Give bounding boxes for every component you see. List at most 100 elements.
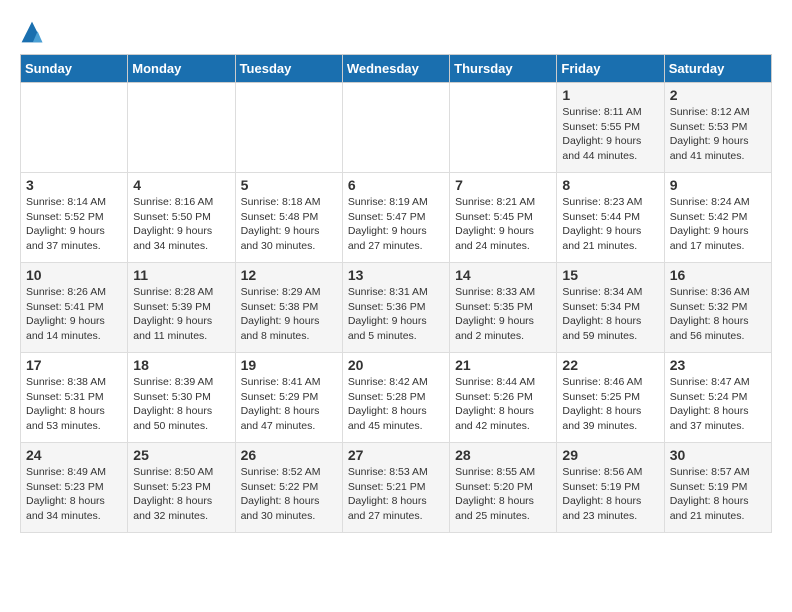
calendar-cell: 20 Sunrise: 8:42 AMSunset: 5:28 PMDayligh… (342, 353, 449, 443)
weekday-header-saturday: Saturday (664, 55, 771, 83)
day-number: 11 (133, 267, 229, 283)
day-number: 19 (241, 357, 337, 373)
day-info: Sunrise: 8:39 AMSunset: 5:30 PMDaylight:… (133, 375, 229, 434)
day-info: Sunrise: 8:21 AMSunset: 5:45 PMDaylight:… (455, 195, 551, 254)
calendar-cell (235, 83, 342, 173)
calendar-cell: 17 Sunrise: 8:38 AMSunset: 5:31 PMDayligh… (21, 353, 128, 443)
day-info: Sunrise: 8:41 AMSunset: 5:29 PMDaylight:… (241, 375, 337, 434)
day-number: 28 (455, 447, 551, 463)
day-info: Sunrise: 8:11 AMSunset: 5:55 PMDaylight:… (562, 105, 658, 164)
calendar-cell: 30 Sunrise: 8:57 AMSunset: 5:19 PMDayligh… (664, 443, 771, 533)
calendar-cell: 13 Sunrise: 8:31 AMSunset: 5:36 PMDayligh… (342, 263, 449, 353)
calendar-week-row: 10 Sunrise: 8:26 AMSunset: 5:41 PMDayligh… (21, 263, 772, 353)
calendar-cell: 22 Sunrise: 8:46 AMSunset: 5:25 PMDayligh… (557, 353, 664, 443)
logo-icon (20, 20, 44, 44)
day-number: 13 (348, 267, 444, 283)
calendar-cell: 19 Sunrise: 8:41 AMSunset: 5:29 PMDayligh… (235, 353, 342, 443)
day-info: Sunrise: 8:57 AMSunset: 5:19 PMDaylight:… (670, 465, 766, 524)
calendar-cell: 15 Sunrise: 8:34 AMSunset: 5:34 PMDayligh… (557, 263, 664, 353)
calendar-cell: 12Sunrise: 8:29 AMSunset: 5:38 PMDayligh… (235, 263, 342, 353)
calendar-cell: 18 Sunrise: 8:39 AMSunset: 5:30 PMDayligh… (128, 353, 235, 443)
day-info: Sunrise: 8:52 AMSunset: 5:22 PMDaylight:… (241, 465, 337, 524)
day-number: 5 (241, 177, 337, 193)
calendar-cell (342, 83, 449, 173)
calendar-cell: 4 Sunrise: 8:16 AMSunset: 5:50 PMDaylight… (128, 173, 235, 263)
calendar-cell: 16 Sunrise: 8:36 AMSunset: 5:32 PMDayligh… (664, 263, 771, 353)
day-info: Sunrise: 8:50 AMSunset: 5:23 PMDaylight:… (133, 465, 229, 524)
calendar-cell: 9 Sunrise: 8:24 AMSunset: 5:42 PMDaylight… (664, 173, 771, 263)
day-number: 10 (26, 267, 122, 283)
calendar-cell: 5 Sunrise: 8:18 AMSunset: 5:48 PMDaylight… (235, 173, 342, 263)
day-number: 29 (562, 447, 658, 463)
day-info: Sunrise: 8:36 AMSunset: 5:32 PMDaylight:… (670, 285, 766, 344)
day-number: 8 (562, 177, 658, 193)
day-number: 2 (670, 87, 766, 103)
weekday-header-wednesday: Wednesday (342, 55, 449, 83)
calendar-cell: 26 Sunrise: 8:52 AMSunset: 5:22 PMDayligh… (235, 443, 342, 533)
weekday-header-sunday: Sunday (21, 55, 128, 83)
calendar-cell: 3 Sunrise: 8:14 AMSunset: 5:52 PMDaylight… (21, 173, 128, 263)
day-number: 26 (241, 447, 337, 463)
calendar-week-row: 1 Sunrise: 8:11 AMSunset: 5:55 PMDaylight… (21, 83, 772, 173)
day-info: Sunrise: 8:26 AMSunset: 5:41 PMDaylight:… (26, 285, 122, 344)
calendar-table: SundayMondayTuesdayWednesdayThursdayFrid… (20, 54, 772, 533)
day-number: 1 (562, 87, 658, 103)
day-number: 20 (348, 357, 444, 373)
day-number: 14 (455, 267, 551, 283)
weekday-header-monday: Monday (128, 55, 235, 83)
day-number: 15 (562, 267, 658, 283)
day-info: Sunrise: 8:33 AMSunset: 5:35 PMDaylight:… (455, 285, 551, 344)
day-number: 9 (670, 177, 766, 193)
calendar-cell: 8Sunrise: 8:23 AMSunset: 5:44 PMDaylight… (557, 173, 664, 263)
day-info: Sunrise: 8:24 AMSunset: 5:42 PMDaylight:… (670, 195, 766, 254)
day-info: Sunrise: 8:55 AMSunset: 5:20 PMDaylight:… (455, 465, 551, 524)
calendar-cell: 6Sunrise: 8:19 AMSunset: 5:47 PMDaylight… (342, 173, 449, 263)
day-number: 23 (670, 357, 766, 373)
day-info: Sunrise: 8:31 AMSunset: 5:36 PMDaylight:… (348, 285, 444, 344)
day-info: Sunrise: 8:28 AMSunset: 5:39 PMDaylight:… (133, 285, 229, 344)
logo (20, 20, 46, 44)
calendar-cell (450, 83, 557, 173)
calendar-cell: 2 Sunrise: 8:12 AMSunset: 5:53 PMDaylight… (664, 83, 771, 173)
day-info: Sunrise: 8:16 AMSunset: 5:50 PMDaylight:… (133, 195, 229, 254)
day-info: Sunrise: 8:38 AMSunset: 5:31 PMDaylight:… (26, 375, 122, 434)
day-info: Sunrise: 8:56 AMSunset: 5:19 PMDaylight:… (562, 465, 658, 524)
calendar-cell: 24Sunrise: 8:49 AMSunset: 5:23 PMDayligh… (21, 443, 128, 533)
calendar-cell: 1 Sunrise: 8:11 AMSunset: 5:55 PMDaylight… (557, 83, 664, 173)
day-number: 4 (133, 177, 229, 193)
day-number: 22 (562, 357, 658, 373)
weekday-header-friday: Friday (557, 55, 664, 83)
calendar-cell: 7 Sunrise: 8:21 AMSunset: 5:45 PMDaylight… (450, 173, 557, 263)
calendar-cell: 21 Sunrise: 8:44 AMSunset: 5:26 PMDayligh… (450, 353, 557, 443)
calendar-cell: 23Sunrise: 8:47 AMSunset: 5:24 PMDayligh… (664, 353, 771, 443)
calendar-week-row: 24Sunrise: 8:49 AMSunset: 5:23 PMDayligh… (21, 443, 772, 533)
day-number: 12 (241, 267, 337, 283)
day-number: 21 (455, 357, 551, 373)
day-info: Sunrise: 8:42 AMSunset: 5:28 PMDaylight:… (348, 375, 444, 434)
day-number: 27 (348, 447, 444, 463)
day-info: Sunrise: 8:12 AMSunset: 5:53 PMDaylight:… (670, 105, 766, 164)
calendar-week-row: 3 Sunrise: 8:14 AMSunset: 5:52 PMDaylight… (21, 173, 772, 263)
calendar-cell: 14 Sunrise: 8:33 AMSunset: 5:35 PMDayligh… (450, 263, 557, 353)
day-info: Sunrise: 8:18 AMSunset: 5:48 PMDaylight:… (241, 195, 337, 254)
day-number: 7 (455, 177, 551, 193)
day-number: 18 (133, 357, 229, 373)
day-info: Sunrise: 8:44 AMSunset: 5:26 PMDaylight:… (455, 375, 551, 434)
calendar-cell: 25 Sunrise: 8:50 AMSunset: 5:23 PMDayligh… (128, 443, 235, 533)
calendar-cell: 29 Sunrise: 8:56 AMSunset: 5:19 PMDayligh… (557, 443, 664, 533)
day-info: Sunrise: 8:14 AMSunset: 5:52 PMDaylight:… (26, 195, 122, 254)
day-number: 16 (670, 267, 766, 283)
calendar-cell: 27 Sunrise: 8:53 AMSunset: 5:21 PMDayligh… (342, 443, 449, 533)
day-number: 24 (26, 447, 122, 463)
day-number: 30 (670, 447, 766, 463)
day-number: 17 (26, 357, 122, 373)
weekday-header-tuesday: Tuesday (235, 55, 342, 83)
day-info: Sunrise: 8:53 AMSunset: 5:21 PMDaylight:… (348, 465, 444, 524)
calendar-cell: 11 Sunrise: 8:28 AMSunset: 5:39 PMDayligh… (128, 263, 235, 353)
day-number: 25 (133, 447, 229, 463)
day-number: 3 (26, 177, 122, 193)
calendar-week-row: 17 Sunrise: 8:38 AMSunset: 5:31 PMDayligh… (21, 353, 772, 443)
day-info: Sunrise: 8:46 AMSunset: 5:25 PMDaylight:… (562, 375, 658, 434)
calendar-cell: 28 Sunrise: 8:55 AMSunset: 5:20 PMDayligh… (450, 443, 557, 533)
day-info: Sunrise: 8:34 AMSunset: 5:34 PMDaylight:… (562, 285, 658, 344)
